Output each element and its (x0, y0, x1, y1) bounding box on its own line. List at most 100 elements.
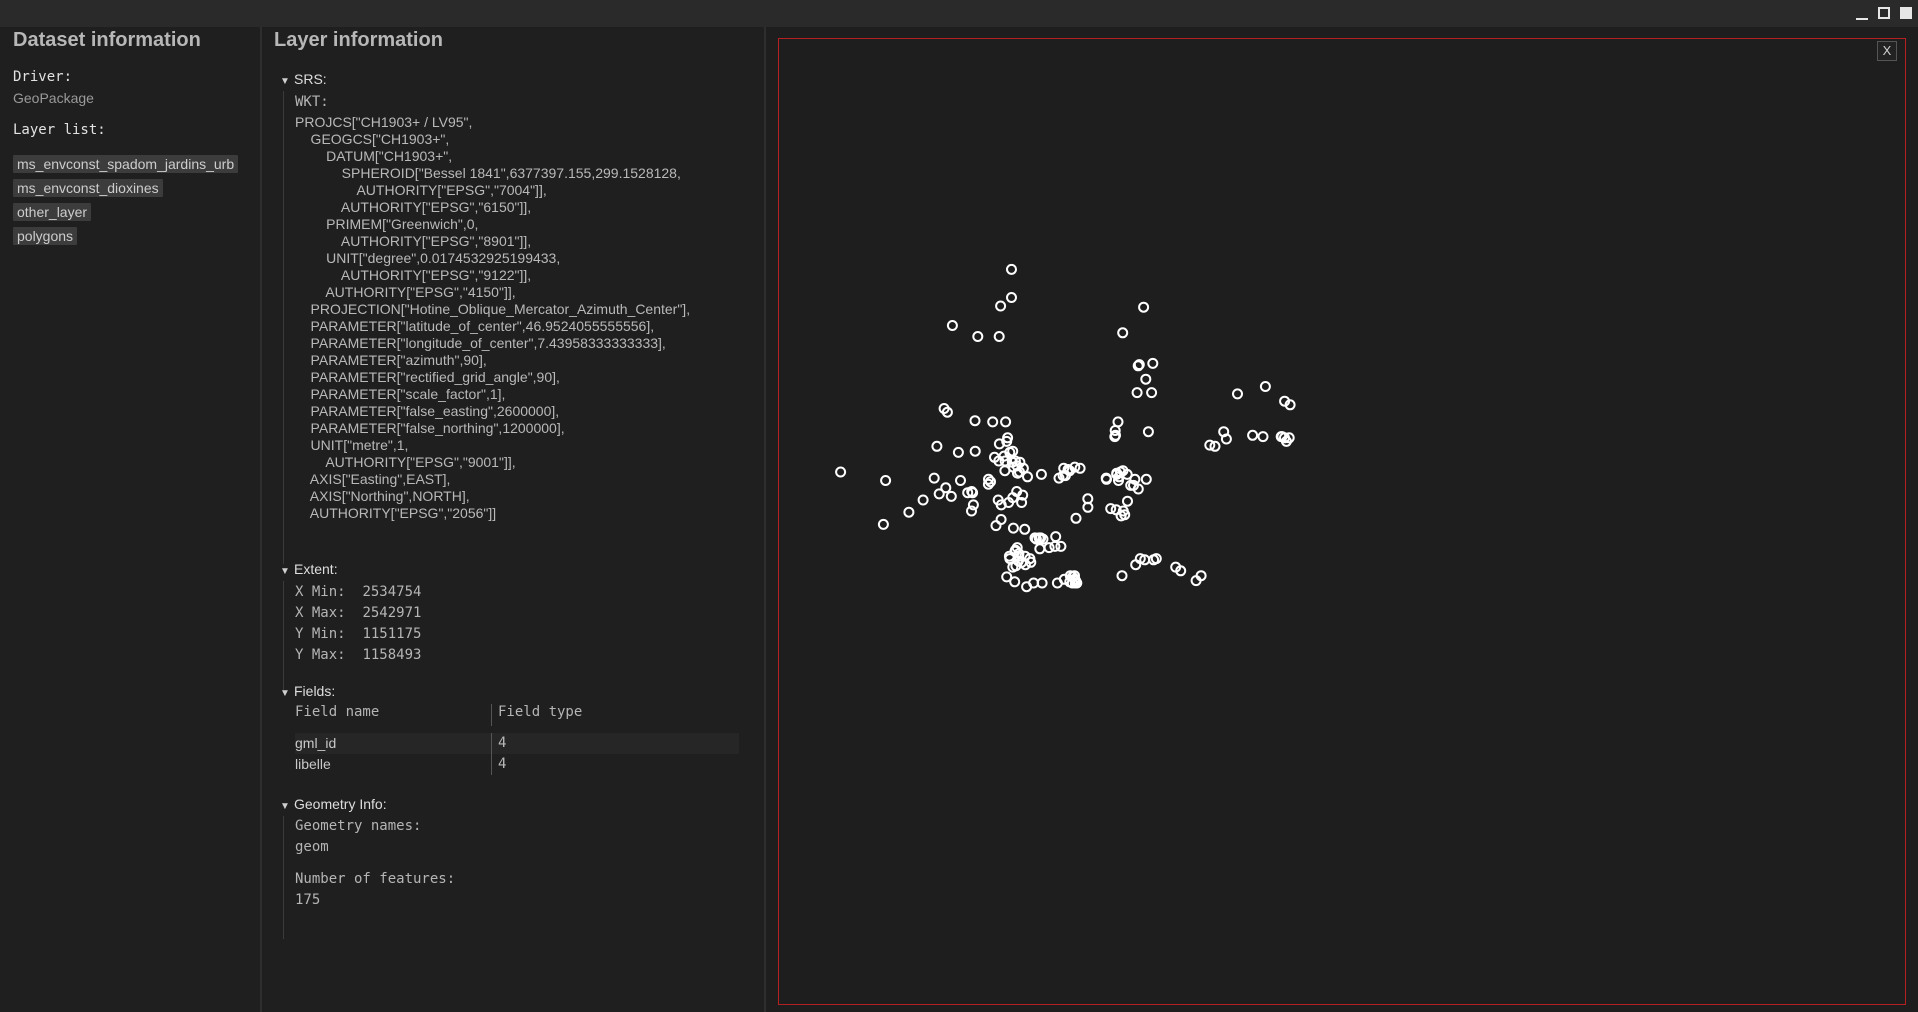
point-feature[interactable] (835, 466, 847, 478)
fields-table-header: Field name Field type (295, 704, 739, 726)
point-feature[interactable] (877, 518, 889, 530)
field-name-header: Field name (295, 704, 492, 726)
close-map-button[interactable]: X (1877, 41, 1897, 61)
point-feature[interactable] (1257, 431, 1269, 443)
num-features-value: 175 (295, 892, 321, 908)
point-feature[interactable] (880, 475, 892, 486)
layer-item[interactable]: ms_envconst_spadom_jardins_urb (13, 155, 239, 173)
point-feature[interactable] (1007, 522, 1019, 534)
point-feature[interactable] (1117, 327, 1129, 339)
point-feature[interactable] (1247, 429, 1259, 441)
layer-item[interactable]: ms_envconst_dioxines (13, 179, 163, 197)
point-feature[interactable] (1000, 416, 1012, 428)
point-feature[interactable] (969, 415, 981, 427)
geometry-label: Geometry Info: (294, 796, 387, 812)
point-feature[interactable] (1138, 301, 1150, 313)
point-feature[interactable] (1009, 576, 1021, 588)
xmax-value: 2542971 (362, 605, 422, 621)
field-name-cell: gml_id (295, 733, 492, 754)
point-feature[interactable] (993, 331, 1005, 342)
point-feature[interactable] (1006, 292, 1017, 303)
point-feature[interactable] (933, 488, 945, 500)
field-type-header: Field type (498, 704, 583, 720)
map-viewport[interactable]: X (778, 38, 1906, 1005)
geometry-names-value: geom (295, 839, 329, 855)
point-feature[interactable] (1146, 387, 1158, 399)
geometry-section-header[interactable]: ▼ Geometry Info: (280, 796, 387, 812)
table-row[interactable]: libelle 4 (295, 754, 739, 775)
extent-ymin-row: Y Min: 1151175 (295, 626, 421, 642)
point-feature[interactable] (987, 416, 999, 428)
window-titlebar (0, 0, 1918, 27)
point-feature[interactable] (1232, 388, 1243, 400)
dataset-info-title: Dataset information (13, 29, 201, 51)
point-feature[interactable] (903, 506, 915, 518)
fields-label: Fields: (294, 683, 336, 699)
srs-label: SRS: (294, 71, 327, 87)
point-feature[interactable] (1043, 542, 1055, 554)
num-features-label: Number of features: (295, 871, 456, 887)
point-feature[interactable] (1006, 263, 1017, 275)
fields-table: Field name Field type gml_id 4 libelle 4 (295, 704, 739, 775)
xmax-label: X Max: (295, 605, 346, 621)
point-feature[interactable] (1035, 468, 1047, 480)
point-feature[interactable] (1259, 381, 1271, 392)
ymax-value: 1158493 (362, 647, 422, 663)
point-feature[interactable] (1142, 426, 1154, 438)
ymax-label: Y Max: (295, 647, 346, 663)
extent-section-header[interactable]: ▼ Extent: (280, 561, 338, 577)
dataset-info-panel: Dataset information Driver: GeoPackage L… (0, 27, 262, 1012)
minimize-icon[interactable] (1856, 12, 1868, 20)
point-feature[interactable] (1147, 357, 1159, 369)
field-type-cell: 4 (498, 756, 507, 772)
point-feature[interactable] (1050, 531, 1062, 543)
point-feature[interactable] (946, 320, 958, 331)
point-feature[interactable] (1131, 387, 1143, 399)
point-feature[interactable] (952, 446, 964, 458)
extent-xmax-row: X Max: 2542971 (295, 605, 421, 621)
point-feature[interactable] (1034, 543, 1046, 555)
extent-xmin-row: X Min: 2534754 (295, 584, 421, 600)
point-feature[interactable] (955, 475, 966, 486)
layer-item[interactable]: polygons (13, 227, 78, 245)
layer-list-label: Layer list: (13, 122, 106, 138)
point-feature[interactable] (1116, 570, 1128, 582)
point-feature[interactable] (995, 300, 1007, 312)
point-feature[interactable] (969, 445, 981, 457)
point-feature[interactable] (1070, 512, 1082, 524)
table-row[interactable]: gml_id 4 (295, 733, 739, 754)
collapse-triangle-icon: ▼ (280, 566, 290, 577)
point-feature[interactable] (972, 331, 984, 342)
maximize-icon[interactable] (1878, 7, 1890, 19)
field-type-cell: 4 (498, 735, 507, 751)
srs-section-header[interactable]: ▼ SRS: (280, 71, 327, 87)
collapse-triangle-icon: ▼ (280, 801, 290, 812)
point-feature[interactable] (1019, 523, 1031, 535)
wkt-label: WKT: (295, 94, 329, 110)
srs-guide-line (283, 91, 284, 564)
extent-ymax-row: Y Max: 1158493 (295, 647, 421, 663)
point-feature[interactable] (999, 465, 1011, 477)
extent-label: Extent: (294, 561, 338, 577)
point-feature[interactable] (1122, 495, 1133, 507)
point-feature[interactable] (917, 494, 929, 506)
collapse-triangle-icon: ▼ (280, 688, 290, 699)
point-feature[interactable] (1140, 373, 1152, 385)
point-feature[interactable] (945, 490, 957, 502)
extent-guide-line (283, 581, 284, 693)
point-feature[interactable] (928, 472, 940, 484)
fields-section-header[interactable]: ▼ Fields: (280, 683, 335, 699)
window-controls (1856, 6, 1912, 20)
point-feature[interactable] (995, 514, 1007, 525)
layer-item[interactable]: other_layer (13, 203, 92, 221)
xmin-value: 2534754 (362, 584, 422, 600)
layer-info-panel: Layer information ▼ SRS: WKT: PROJCS["CH1… (264, 27, 766, 1012)
collapse-triangle-icon: ▼ (280, 76, 290, 87)
point-feature[interactable] (931, 440, 943, 452)
close-window-icon[interactable] (1900, 7, 1912, 19)
point-feature[interactable] (1022, 471, 1033, 483)
point-feature[interactable] (1140, 473, 1152, 485)
geometry-guide-line (283, 816, 284, 939)
map-canvas[interactable] (779, 39, 1905, 1004)
ymin-label: Y Min: (295, 626, 346, 642)
